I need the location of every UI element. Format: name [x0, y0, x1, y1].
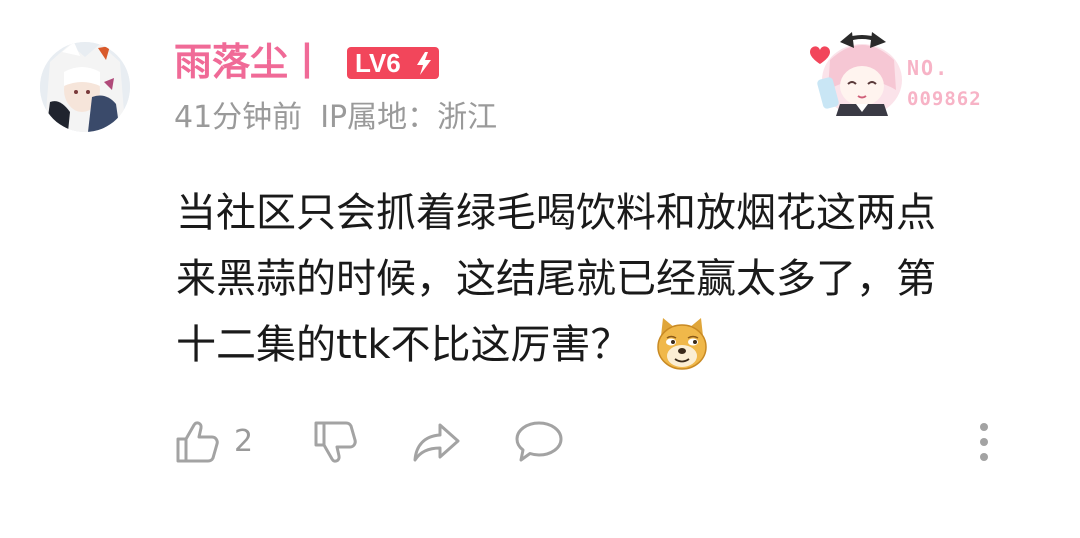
ip-location: IP属地：浙江 — [320, 100, 498, 135]
comment-meta: 41分钟前 IP属地：浙江 — [174, 96, 497, 140]
like-button[interactable]: 2 — [174, 412, 253, 472]
doge-emoji-icon — [653, 314, 711, 372]
comment-card: 雨落尘丨 LV6 41分钟前 IP属地：浙江 NO. 009862 当社区只会抓… — [0, 0, 1080, 538]
thumbs-down-icon — [314, 421, 357, 463]
comment-text-line: 十二集的ttk不比这厉害？ — [176, 312, 1046, 378]
more-vertical-icon — [980, 423, 988, 461]
share-button[interactable] — [412, 412, 462, 472]
heart-icon — [810, 46, 830, 64]
comment-text: 当社区只会抓着绿毛喝饮料和放烟花这两点 来黑蒜的时候，这结尾就已经赢太多了，第 … — [176, 180, 1046, 378]
share-icon — [413, 423, 460, 462]
comment-text-segment: 十二集的ttk不比这厉害？ — [176, 322, 631, 368]
level-label: LV6 — [355, 48, 401, 78]
like-count: 2 — [234, 424, 254, 459]
avatar[interactable] — [40, 42, 130, 132]
comment-text-line: 当社区只会抓着绿毛喝饮料和放烟花这两点 — [176, 190, 936, 236]
comment-actions: 2 — [0, 412, 1080, 472]
thumbs-up-icon — [176, 421, 219, 463]
fan-badge-number: 009862 — [907, 88, 982, 110]
dislike-button[interactable] — [312, 412, 358, 472]
username[interactable]: 雨落尘丨 — [174, 36, 326, 88]
comment-text-line: 来黑蒜的时候，这结尾就已经赢太多了，第 — [176, 246, 1046, 312]
time-ago: 41分钟前 — [174, 100, 303, 135]
reply-button[interactable] — [514, 412, 564, 472]
comment-icon — [515, 421, 563, 462]
more-button[interactable] — [974, 412, 994, 472]
fan-badge-label: NO. — [907, 56, 950, 80]
level-badge: LV6 — [347, 47, 439, 79]
comment-text-segment: 来黑蒜的时候，这结尾就已经赢太多了，第 — [176, 256, 936, 302]
